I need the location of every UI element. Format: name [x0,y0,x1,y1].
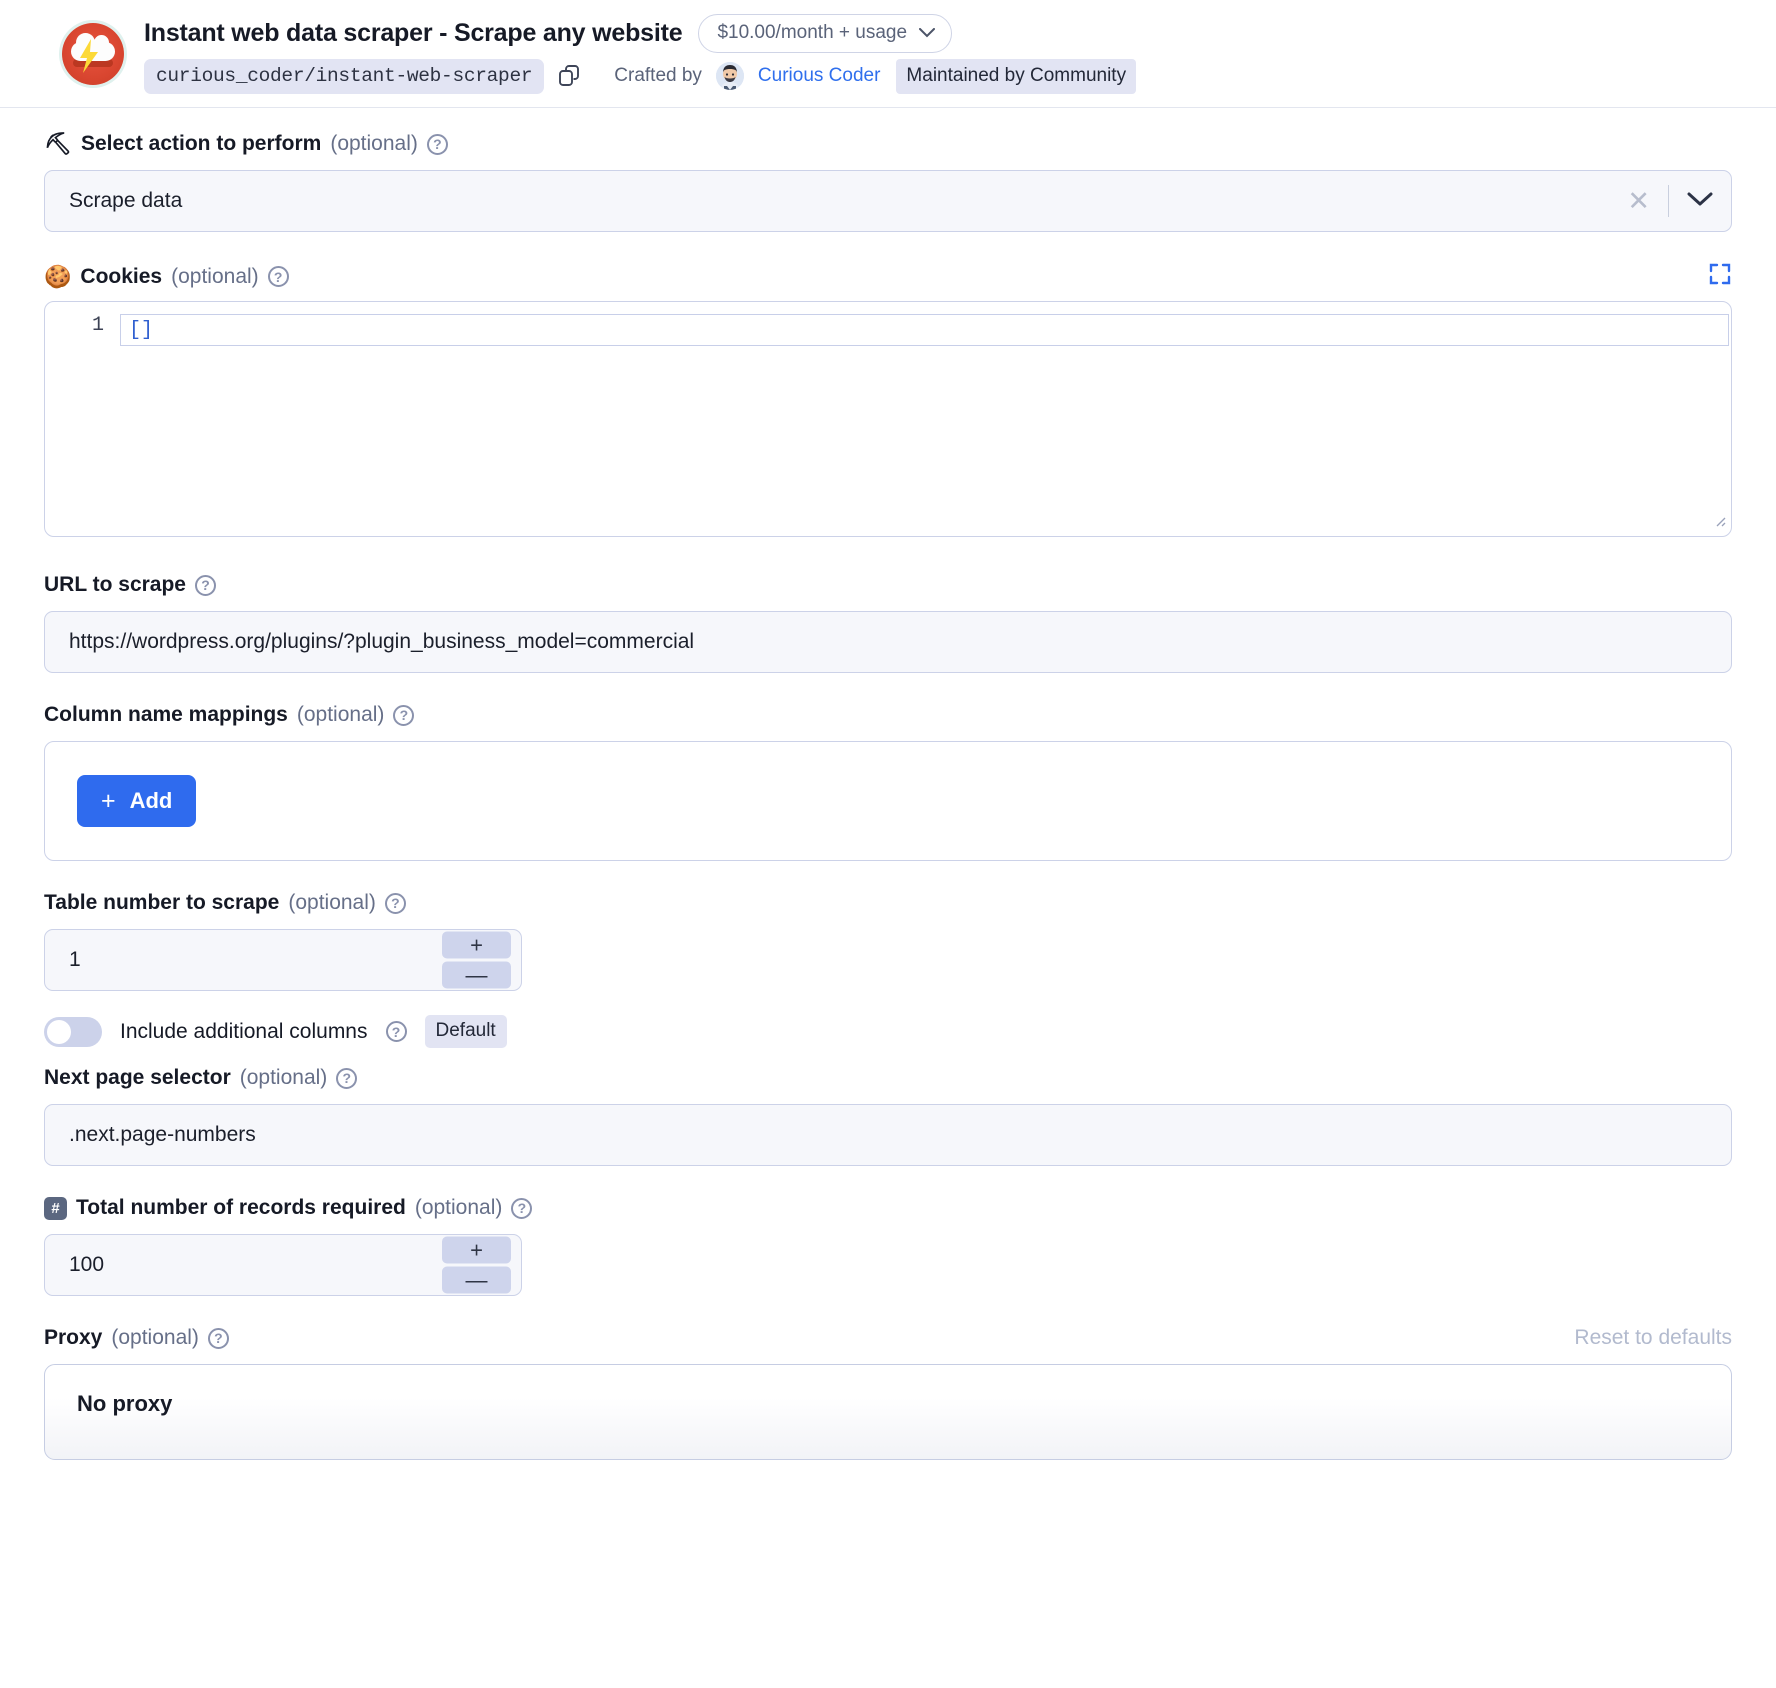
help-icon[interactable]: ? [207,1327,229,1349]
help-icon[interactable]: ? [336,1067,358,1089]
code-text: [] [129,318,154,342]
cookie-icon: 🍪 [44,263,72,289]
pickaxe-icon: ⛏ [44,131,72,156]
field-include-additional-columns: Include additional columns ? Default [44,1015,1732,1048]
column-mappings-box: + Add [44,741,1732,861]
next-page-selector-input[interactable]: .next.page-numbers [44,1104,1732,1166]
expand-fullscreen-icon[interactable] [1708,262,1732,291]
field-table-number: Table number to scrape (optional) ? 1 + … [44,891,1732,991]
label-text: Next page selector [44,1066,231,1089]
toggle-label: Include additional columns [120,1019,368,1043]
field-total-records: # Total number of records required (opti… [44,1196,1732,1296]
label-text: Select action to perform [80,132,322,155]
label-url: URL to scrape ? [44,573,1732,597]
optional-tag: (optional) [288,891,376,914]
maintained-badge: Maintained by Community [896,58,1137,94]
label-text: Proxy [44,1326,103,1349]
next-page-selector-value: .next.page-numbers [69,1123,256,1146]
label-proxy: Proxy (optional) ? [44,1326,229,1350]
close-icon[interactable]: ✕ [1627,187,1650,215]
cookies-header: 🍪 Cookies (optional) ? [44,262,1732,291]
total-records-stepper[interactable]: 100 + — [44,1234,522,1296]
crafted-by-label: Crafted by [614,65,702,86]
field-next-page-selector: Next page selector (optional) ? .next.pa… [44,1066,1732,1166]
price-dropdown[interactable]: $10.00/month + usage [698,13,953,53]
label-text: Total number of records required [76,1196,406,1219]
help-icon[interactable]: ? [195,574,216,596]
copy-icon[interactable] [558,64,582,88]
optional-tag: (optional) [171,264,259,288]
table-number-stepper[interactable]: 1 + — [44,929,522,991]
url-input[interactable]: https://wordpress.org/plugins/?plugin_bu… [44,611,1732,673]
app-header: Instant web data scraper - Scrape any we… [0,0,1776,108]
label-text: Table number to scrape [44,891,280,914]
label-text: URL to scrape [44,573,186,596]
field-select-action: ⛏ Select action to perform (optional) ? … [44,132,1732,232]
author-link[interactable]: Curious Coder [758,65,881,87]
help-icon[interactable]: ? [384,892,406,914]
avatar [715,62,744,90]
url-value: https://wordpress.org/plugins/?plugin_bu… [69,630,695,653]
optional-tag: (optional) [111,1326,199,1349]
line-number: 1 [91,314,104,337]
help-icon[interactable]: ? [426,133,448,155]
label-column-mappings: Column name mappings (optional) ? [44,703,1732,727]
label-text: Cookies [80,264,163,288]
label-next-page-selector: Next page selector (optional) ? [44,1066,1732,1090]
label-select-action: ⛏ Select action to perform (optional) ? [44,132,1732,156]
proxy-label-row: Proxy (optional) ? Reset to defaults [44,1326,1732,1350]
optional-tag: (optional) [239,1066,328,1089]
plus-icon: + [101,786,116,815]
label-total-records: # Total number of records required (opti… [44,1196,1732,1220]
field-cookies: 🍪 Cookies (optional) ? 1 [] [44,262,1732,537]
decrement-button[interactable]: — [442,1266,511,1294]
reset-to-defaults-link[interactable]: Reset to defaults [1574,1326,1732,1350]
label-text: Column name mappings [44,703,288,726]
storm-cloud-logo-icon [62,22,124,85]
default-badge: Default [424,1015,507,1048]
optional-tag: (optional) [296,703,385,726]
chevron-down-icon[interactable] [1687,189,1713,213]
divider [1668,185,1669,217]
toggle-knob [47,1019,71,1044]
help-icon[interactable]: ? [393,704,415,726]
decrement-button[interactable]: — [442,961,511,989]
help-icon[interactable]: ? [511,1197,533,1219]
cookies-code-editor[interactable]: 1 [] [44,301,1732,537]
help-icon[interactable]: ? [385,1021,407,1042]
help-icon[interactable]: ? [267,266,289,287]
select-action-value: Scrape data [69,189,183,212]
editor-active-line[interactable]: [] [120,314,1729,346]
increment-button[interactable]: + [442,931,511,959]
hash-icon: # [44,1196,67,1220]
field-proxy: Proxy (optional) ? Reset to defaults No … [44,1326,1732,1460]
form-body: ⛏ Select action to perform (optional) ? … [0,108,1776,1460]
add-button-label: Add [129,788,173,813]
add-mapping-button[interactable]: + Add [77,775,197,827]
editor-code-area[interactable]: [] [120,302,1731,536]
actor-slug: curious_coder/instant-web-scraper [144,58,545,94]
label-cookies: 🍪 Cookies (optional) ? [44,265,289,289]
optional-tag: (optional) [330,132,418,155]
proxy-panel[interactable]: No proxy [44,1364,1732,1460]
increment-button[interactable]: + [442,1236,511,1264]
price-label: $10.00/month + usage [717,21,908,43]
editor-gutter: 1 [45,302,120,536]
proxy-selected-value: No proxy [77,1391,173,1416]
label-table-number: Table number to scrape (optional) ? [44,891,1732,915]
field-column-mappings: Column name mappings (optional) ? + Add [44,703,1732,861]
chevron-down-icon [919,25,936,41]
include-additional-columns-toggle[interactable] [44,1016,102,1047]
field-url: URL to scrape ? https://wordpress.org/pl… [44,573,1732,673]
resize-handle[interactable] [1712,513,1726,532]
select-action-input[interactable]: Scrape data ✕ [44,170,1732,232]
page-title: Instant web data scraper - Scrape any we… [144,18,683,47]
optional-tag: (optional) [414,1196,503,1219]
